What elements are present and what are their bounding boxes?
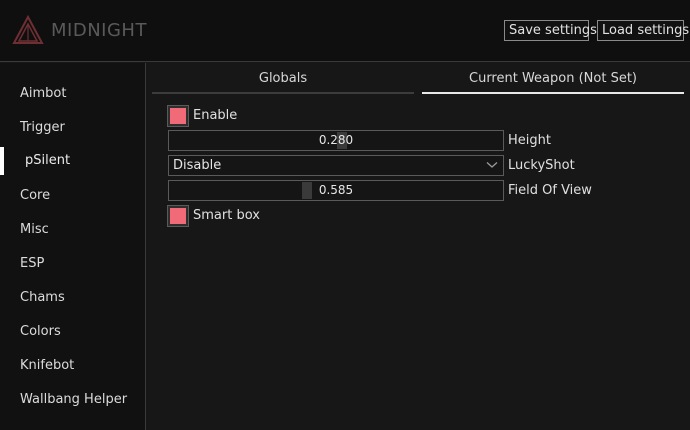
height-slider[interactable]: 0.280 — [168, 130, 504, 151]
smartbox-label: Smart box — [193, 208, 260, 223]
sidebar-item-psilent[interactable]: pSilent — [0, 147, 145, 175]
height-label: Height — [508, 133, 551, 148]
active-indicator — [0, 147, 4, 175]
sidebar-item-label: Aimbot — [20, 86, 67, 101]
sidebar-item-label: Trigger — [20, 120, 65, 135]
sidebar-item-core[interactable]: Core — [0, 182, 145, 210]
fov-label: Field Of View — [508, 183, 592, 198]
app-window: MIDNIGHT Save settings Load settings Aim… — [0, 0, 690, 430]
sidebar-item-trigger[interactable]: Trigger — [0, 114, 145, 142]
sidebar-item-label: Chams — [20, 290, 65, 305]
sidebar-item-label: Colors — [20, 324, 61, 339]
load-settings-button[interactable]: Load settings — [597, 20, 689, 41]
smartbox-checkbox[interactable] — [167, 205, 189, 227]
sidebar-item-label: pSilent — [25, 153, 71, 168]
header-bar: MIDNIGHT Save settings Load settings — [0, 0, 690, 62]
tab-globals[interactable]: Globals — [152, 66, 414, 94]
sidebar-item-colors[interactable]: Colors — [0, 318, 145, 346]
sidebar-item-label: Core — [20, 188, 51, 203]
sidebar-item-label: Knifebot — [20, 358, 75, 373]
sidebar-item-label: ESP — [20, 256, 45, 271]
sidebar-item-chams[interactable]: Chams — [0, 284, 145, 312]
sidebar-item-esp[interactable]: ESP — [0, 250, 145, 278]
triangle-logo-icon — [12, 15, 44, 44]
enable-label: Enable — [193, 108, 238, 123]
brand-name: MIDNIGHT — [51, 20, 147, 41]
sidebar-item-knifebot[interactable]: Knifebot — [0, 352, 145, 380]
tab-current-weapon[interactable]: Current Weapon (Not Set) — [422, 66, 684, 94]
sidebar-item-wallbang-helper[interactable]: Wallbang Helper — [0, 386, 145, 414]
luckyshot-value: Disable — [173, 158, 222, 173]
fov-value: 0.585 — [318, 183, 354, 197]
fov-slider[interactable]: 0.585 — [168, 180, 504, 201]
sidebar-item-aimbot[interactable]: Aimbot — [0, 80, 145, 108]
sidebar-item-misc[interactable]: Misc — [0, 216, 145, 244]
sidebar-item-label: Wallbang Helper — [20, 392, 128, 407]
luckyshot-select[interactable]: Disable — [168, 155, 504, 176]
enable-checkbox[interactable] — [167, 105, 189, 127]
sidebar-item-label: Misc — [20, 222, 49, 237]
chevron-down-icon — [486, 162, 498, 168]
sidebar: Aimbot Trigger pSilent Core Misc ESP Cha… — [0, 63, 146, 430]
luckyshot-label: LuckyShot — [508, 158, 575, 173]
height-value: 0.280 — [318, 133, 354, 147]
save-settings-button[interactable]: Save settings — [504, 20, 597, 41]
